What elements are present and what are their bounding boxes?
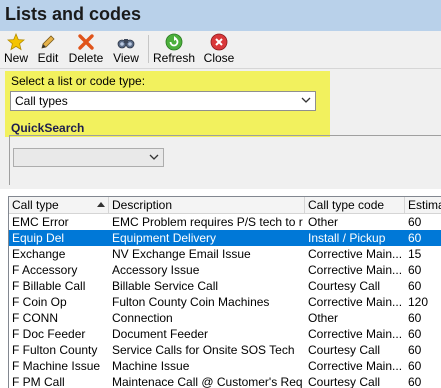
grid-header: Call type Description Call type code Est…: [9, 197, 441, 214]
cell-call-type-code: Other: [308, 311, 339, 325]
column-header-call-type[interactable]: Call type: [9, 197, 109, 213]
call-types-grid[interactable]: Call type Description Call type code Est…: [8, 196, 441, 388]
cell-description: Accessory Issue: [112, 263, 200, 277]
cell-call-type-code: Courtesy Call: [308, 375, 381, 388]
refresh-icon: [165, 33, 183, 51]
cell-description: Document Feeder: [112, 327, 209, 341]
cell-estimate: 60: [408, 311, 422, 325]
cell-call-type-code: Corrective Main...: [308, 263, 403, 277]
cell-call-type-code: Other: [308, 215, 339, 229]
list-type-dropdown[interactable]: Call types: [10, 91, 316, 111]
cell-estimate: 60: [408, 231, 422, 245]
delete-x-icon: [78, 34, 94, 50]
chevron-down-icon: [301, 97, 311, 103]
list-type-label: Select a list or code type:: [11, 74, 146, 88]
cell-call-type: F CONN: [12, 311, 58, 325]
table-row[interactable]: F CONN Connection Other 60: [9, 310, 441, 326]
quicksearch-title: QuickSearch: [11, 121, 85, 135]
cell-call-type: F Coin Op: [12, 295, 67, 309]
list-type-value: Call types: [15, 94, 68, 108]
table-row[interactable]: F Billable Call Billable Service Call Cour…: [9, 278, 441, 294]
cell-description: Connection: [112, 311, 173, 325]
cell-call-type-code: Corrective Main...: [308, 295, 403, 309]
cell-estimate: 60: [408, 359, 422, 373]
cell-call-type: Equip Del: [12, 231, 65, 245]
cell-call-type: F Fulton County: [12, 343, 98, 357]
table-row[interactable]: F Coin Op Fulton County Coin Machines Corr…: [9, 294, 441, 310]
cell-call-type: Exchange: [12, 247, 66, 261]
cell-estimate: 60: [408, 279, 422, 293]
cell-call-type: F Doc Feeder: [12, 327, 86, 341]
cell-call-type-code: Corrective Main...: [308, 247, 403, 261]
column-header-estimate[interactable]: Estimat: [405, 197, 441, 213]
refresh-button[interactable]: Refresh: [153, 31, 195, 68]
cell-call-type: EMC Error: [12, 215, 69, 229]
cell-call-type-code: Courtesy Call: [308, 279, 381, 293]
chevron-down-icon: [149, 154, 159, 160]
cell-description: Maintenace Call @ Customer's Requ...: [112, 375, 303, 388]
column-header-call-type-code[interactable]: Call type code: [305, 197, 405, 213]
cell-description: Machine Issue: [112, 359, 190, 373]
table-row[interactable]: EMC Error EMC Problem requires P/S tech t…: [9, 214, 441, 230]
cell-call-type-code: Courtesy Call: [308, 343, 381, 357]
cell-description: Billable Service Call: [112, 279, 219, 293]
cell-estimate: 60: [408, 375, 422, 388]
pencil-icon: [41, 35, 55, 49]
sort-ascending-icon: [97, 202, 105, 207]
delete-button[interactable]: Delete: [67, 31, 105, 68]
cell-estimate: 60: [408, 215, 422, 229]
close-icon: [210, 33, 228, 51]
cell-estimate: 60: [408, 327, 422, 341]
title-bar: Lists and codes: [0, 0, 441, 31]
cell-description: Equipment Delivery: [112, 231, 217, 245]
view-button[interactable]: View: [111, 31, 141, 68]
new-button[interactable]: New: [3, 31, 29, 68]
cell-call-type-code: Corrective Main...: [308, 359, 403, 373]
table-row[interactable]: F Fulton County Service Calls for Onsite …: [9, 342, 441, 358]
cell-description: NV Exchange Email Issue: [112, 247, 251, 261]
table-row[interactable]: Exchange NV Exchange Email Issue Correctiv…: [9, 246, 441, 262]
toolbar: New Edit Delete View Refresh Close: [0, 31, 441, 69]
binoculars-icon: [117, 39, 135, 49]
close-button[interactable]: Close: [203, 31, 235, 68]
cell-call-type: F PM Call: [12, 375, 65, 388]
cell-call-type-code: Install / Pickup: [308, 231, 386, 245]
table-row[interactable]: Equip Del Equipment Delivery Install / Pic…: [9, 230, 441, 246]
table-row[interactable]: F Machine Issue Machine Issue Corrective M…: [9, 358, 441, 374]
table-row[interactable]: F Accessory Accessory Issue Corrective Mai…: [9, 262, 441, 278]
cell-estimate: 60: [408, 343, 422, 357]
cell-description: Service Calls for Onsite SOS Tech: [112, 343, 295, 357]
table-row[interactable]: F PM Call Maintenace Call @ Customer's Re…: [9, 374, 441, 388]
cell-call-type: F Billable Call: [12, 279, 86, 293]
window-title: Lists and codes: [5, 4, 142, 24]
toolbar-separator: [148, 35, 149, 63]
column-header-description[interactable]: Description: [109, 197, 305, 213]
cell-estimate: 120: [408, 295, 429, 309]
cell-call-type-code: Corrective Main...: [308, 327, 403, 341]
cell-description: Fulton County Coin Machines: [112, 295, 270, 309]
cell-description: EMC Problem requires P/S tech to r...: [112, 215, 303, 229]
cell-estimate: 15: [408, 247, 422, 261]
cell-call-type: F Accessory: [12, 263, 78, 277]
table-row[interactable]: F Doc Feeder Document Feeder Corrective Ma…: [9, 326, 441, 342]
star-icon: [7, 33, 25, 51]
edit-button[interactable]: Edit: [35, 31, 61, 68]
quicksearch-dropdown[interactable]: [13, 148, 164, 167]
cell-estimate: 60: [408, 263, 422, 277]
cell-call-type: F Machine Issue: [12, 359, 101, 373]
